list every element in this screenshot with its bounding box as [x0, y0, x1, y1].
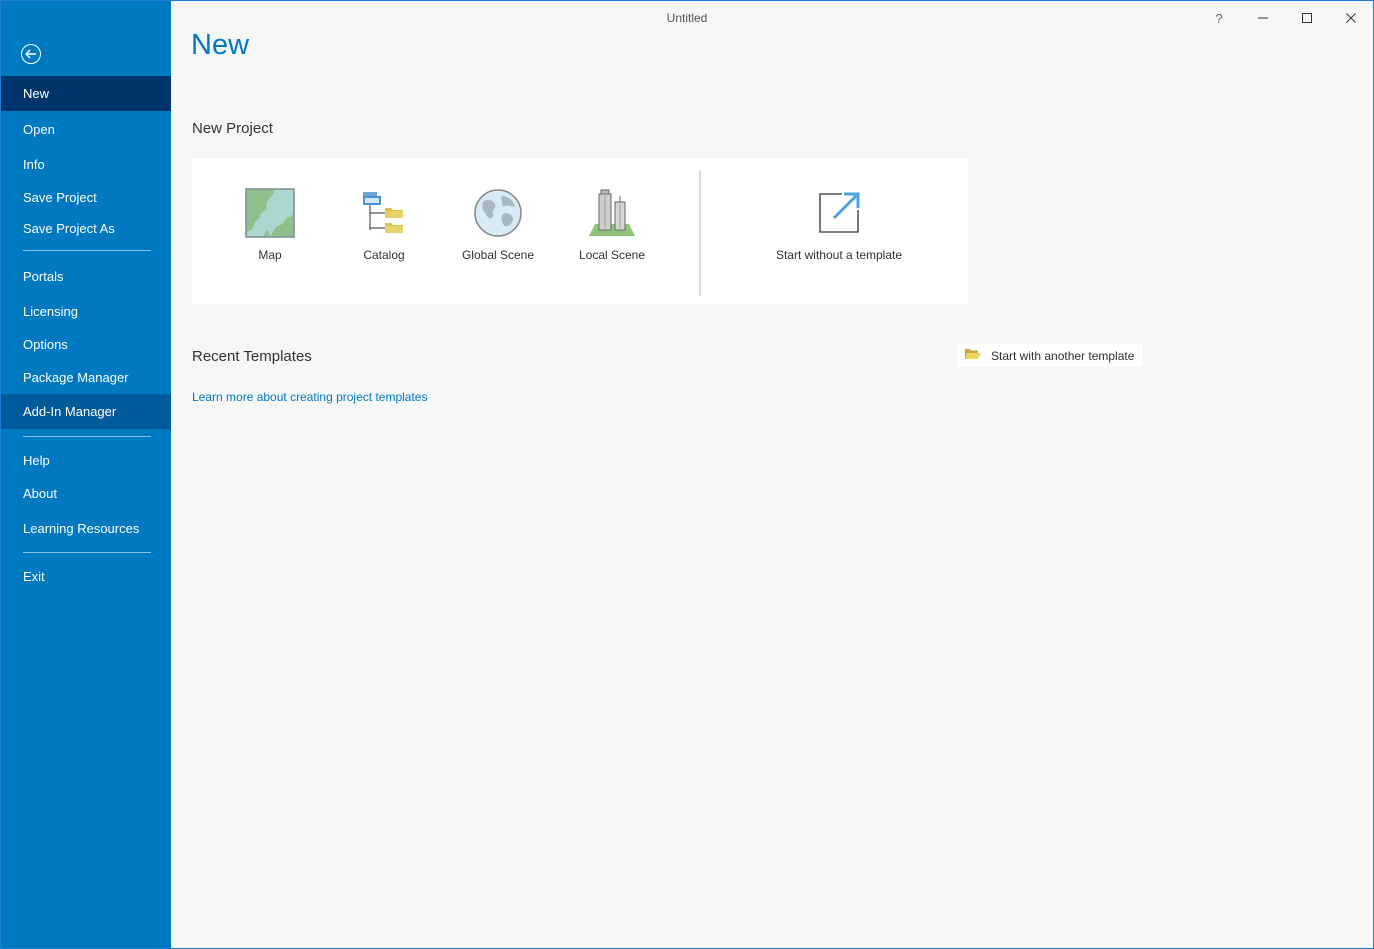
- map-icon: [245, 188, 295, 238]
- sidebar-item-save-project[interactable]: Save Project: [1, 181, 171, 214]
- map-template-tile[interactable]: Map: [220, 188, 320, 268]
- sidebar-item-learning-resources[interactable]: Learning Resources: [1, 512, 171, 545]
- global-scene-template-tile[interactable]: Global Scene: [448, 188, 548, 268]
- sidebar-item-package-manager[interactable]: Package Manager: [1, 361, 171, 394]
- sidebar-divider: [23, 250, 151, 251]
- sidebar-item-add-in-manager[interactable]: Add-In Manager: [1, 394, 171, 429]
- sidebar-item-save-project-as[interactable]: Save Project As: [1, 212, 171, 245]
- local-scene-template-tile[interactable]: Local Scene: [562, 188, 662, 268]
- start-without-template-label: Start without a template: [775, 248, 903, 262]
- app-window: New Open Info Save Project Save Project …: [0, 0, 1374, 949]
- start-blank-icon: [814, 188, 864, 238]
- catalog-template-tile[interactable]: Catalog: [334, 188, 434, 268]
- start-without-template-tile[interactable]: Start without a template: [764, 188, 914, 268]
- sidebar-item-open[interactable]: Open: [1, 113, 171, 146]
- globe-icon: [473, 188, 523, 238]
- local-scene-icon: [587, 188, 637, 238]
- close-icon: [1346, 13, 1356, 23]
- sidebar-item-help[interactable]: Help: [1, 444, 171, 477]
- new-project-heading: New Project: [192, 120, 273, 137]
- minimize-icon: [1258, 17, 1268, 19]
- folder-open-icon: [965, 348, 981, 363]
- sidebar-item-licensing[interactable]: Licensing: [1, 295, 171, 328]
- start-with-another-template-button[interactable]: Start with another template: [957, 344, 1143, 367]
- sidebar-divider: [23, 552, 151, 553]
- learn-more-link[interactable]: Learn more about creating project templa…: [192, 390, 427, 404]
- new-project-panel: Map Catalog Global Scene Local Scene Sta…: [192, 158, 968, 304]
- sidebar-divider: [23, 436, 151, 437]
- window-title: Untitled: [666, 11, 708, 25]
- page-title: New: [191, 29, 250, 61]
- catalog-icon: [359, 188, 409, 238]
- help-icon[interactable]: ?: [1204, 7, 1234, 29]
- catalog-template-label: Catalog: [363, 248, 405, 262]
- close-button[interactable]: [1336, 7, 1366, 29]
- global-scene-template-label: Global Scene: [461, 248, 535, 262]
- maximize-icon: [1302, 13, 1312, 23]
- sidebar-item-about[interactable]: About: [1, 477, 171, 510]
- maximize-button[interactable]: [1292, 7, 1322, 29]
- panel-divider: [699, 170, 701, 296]
- local-scene-template-label: Local Scene: [578, 248, 646, 262]
- recent-templates-heading: Recent Templates: [192, 348, 312, 365]
- sidebar-item-info[interactable]: Info: [1, 148, 171, 181]
- minimize-button[interactable]: [1248, 7, 1278, 29]
- sidebar-item-options[interactable]: Options: [1, 328, 171, 361]
- backstage-sidebar: New Open Info Save Project Save Project …: [1, 1, 171, 948]
- sidebar-item-new[interactable]: New: [1, 76, 171, 111]
- back-arrow-icon[interactable]: [21, 44, 41, 64]
- sidebar-item-exit[interactable]: Exit: [1, 560, 171, 593]
- sidebar-item-portals[interactable]: Portals: [1, 260, 171, 293]
- map-template-label: Map: [258, 248, 282, 262]
- start-with-another-template-label: Start with another template: [991, 348, 1135, 363]
